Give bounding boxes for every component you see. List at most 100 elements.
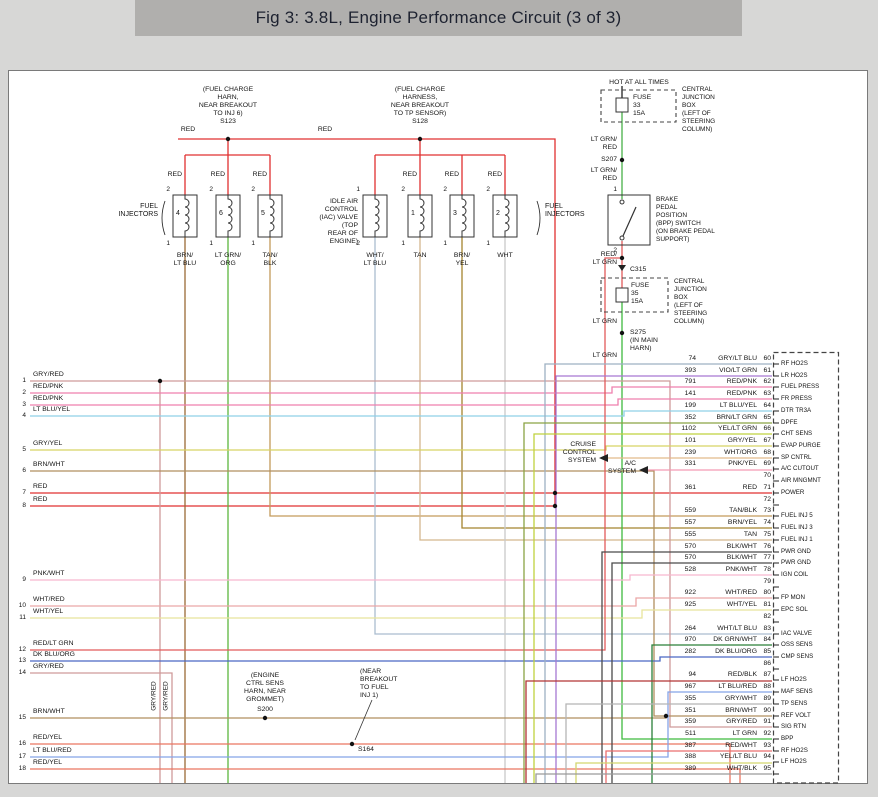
breakout-note: TO TP SENSOR) bbox=[394, 110, 447, 118]
wire-color-label: WHT/YEL bbox=[727, 601, 757, 609]
wire-color-label: BLK/WHT bbox=[727, 554, 757, 562]
wire-color-label: RED bbox=[403, 171, 417, 179]
pin-number: 1 bbox=[209, 240, 213, 247]
component-label: FUEL bbox=[140, 203, 158, 211]
wire-number: 331 bbox=[685, 460, 696, 468]
pin-number: 81 bbox=[763, 601, 771, 609]
injector-number: 6 bbox=[219, 210, 223, 218]
row-number: 1 bbox=[22, 377, 26, 384]
junction-box-label: (LEFT OF bbox=[682, 110, 711, 117]
breakout-note: NEAR BREAKOUT bbox=[199, 102, 257, 110]
wire-color-label: RED bbox=[253, 171, 267, 179]
wire-number: 570 bbox=[685, 554, 696, 562]
wire-number: 511 bbox=[685, 730, 696, 738]
pin-number: 67 bbox=[763, 437, 771, 445]
pcm-pin-label: FUEL INJ 1 bbox=[781, 536, 813, 543]
pin-number: 60 bbox=[763, 355, 771, 363]
wire-number: 141 bbox=[685, 390, 696, 398]
pin-number: 2 bbox=[166, 186, 170, 193]
wire-color-label: RED/LT GRN bbox=[33, 640, 74, 648]
coil-icon bbox=[420, 195, 424, 237]
pin-number: 2 bbox=[443, 186, 447, 193]
breakout-note: BREAKOUT bbox=[360, 676, 397, 684]
pin-number: 69 bbox=[763, 460, 771, 468]
page: Fig 3: 3.8L, Engine Performance Circuit … bbox=[0, 0, 878, 797]
junction-box-label: COLUMN) bbox=[674, 318, 704, 325]
pin-number: 76 bbox=[763, 543, 771, 551]
component-label: CONTROL bbox=[325, 206, 358, 214]
breakout-note: CTRL SENS bbox=[246, 680, 284, 688]
pin-number: 84 bbox=[763, 636, 771, 644]
wire-number: 239 bbox=[685, 449, 696, 457]
component-label: (BPP) SWITCH bbox=[656, 220, 701, 227]
wire-color-label: RED/ bbox=[601, 251, 617, 259]
hot-at-all-times-label: HOT AT ALL TIMES bbox=[609, 79, 669, 87]
pin-number: 1 bbox=[401, 240, 405, 247]
component-label: (ON BRAKE PEDAL bbox=[656, 228, 715, 235]
junction-dot bbox=[158, 379, 162, 383]
breakout-note: TO FUEL bbox=[360, 684, 389, 692]
wire-number: 925 bbox=[685, 601, 696, 609]
wire-color-label: GRY/LT BLU bbox=[718, 355, 757, 363]
row-number: 11 bbox=[19, 614, 26, 621]
wire-color-label: LT BLU/RED bbox=[718, 683, 757, 691]
coil-icon bbox=[270, 195, 274, 237]
wire-color-label: RED/PNK bbox=[33, 383, 63, 391]
injector-number: 4 bbox=[176, 210, 180, 218]
wire bbox=[30, 769, 740, 783]
wire-color-label: RED bbox=[33, 496, 47, 504]
splice-label: HARN) bbox=[630, 345, 652, 353]
wire-color-label: BLK/WHT bbox=[727, 543, 757, 551]
pin-number: 70 bbox=[763, 472, 771, 480]
wire-color-label: YEL bbox=[456, 260, 469, 268]
breakout-note: (FUEL CHARGE bbox=[203, 86, 253, 94]
wire-color-label: WHT/YEL bbox=[33, 608, 63, 616]
pcm-pin-label: TP SENS bbox=[781, 700, 807, 707]
switch-blade-icon bbox=[623, 207, 636, 236]
wire bbox=[30, 575, 772, 580]
wire-number: 101 bbox=[685, 437, 696, 445]
wire-color-label: RED/YEL bbox=[33, 734, 62, 742]
wire-color-label: GRY/RED bbox=[150, 681, 157, 711]
wire bbox=[178, 139, 555, 506]
fuse-label: FUSE bbox=[631, 282, 649, 290]
wire-color-label: WHT/BLK bbox=[727, 765, 757, 773]
wire bbox=[30, 598, 772, 606]
wire-color-label: GRY/YEL bbox=[33, 440, 62, 448]
wire-color-label: ORG bbox=[220, 260, 235, 268]
row-number: 10 bbox=[19, 602, 26, 609]
pin-number: 2 bbox=[209, 186, 213, 193]
pin-number: 91 bbox=[763, 718, 771, 726]
component-label: INJECTORS bbox=[118, 211, 158, 219]
fuse-label: 15A bbox=[633, 110, 645, 118]
row-number: 6 bbox=[22, 467, 26, 474]
component-label: BRAKE bbox=[656, 196, 678, 203]
breakout-note: GROMMET) bbox=[246, 696, 284, 704]
wire-color-label: GRY/RED bbox=[33, 371, 64, 379]
wire-color-label: PNK/YEL bbox=[728, 460, 757, 468]
terminal-icon bbox=[620, 200, 624, 204]
pcm-pin-label: LR HO2S bbox=[781, 372, 807, 379]
wire-color-label: LT BLU bbox=[364, 260, 386, 268]
wire-color-label: GRY/RED bbox=[726, 718, 757, 726]
coil-icon bbox=[505, 195, 509, 237]
wire-color-label: RED bbox=[603, 144, 617, 152]
fuse-label: 35 bbox=[631, 290, 639, 298]
wire-number: 570 bbox=[685, 543, 696, 551]
wire bbox=[30, 610, 772, 618]
system-label: CRUISE bbox=[570, 441, 596, 449]
wire-number: 393 bbox=[685, 367, 696, 375]
pcm-pin-label: FP MON bbox=[781, 594, 805, 601]
pin-number: 2 bbox=[251, 186, 255, 193]
pin-number: 62 bbox=[763, 378, 771, 386]
wire-number: 528 bbox=[685, 566, 696, 574]
wire-color-label: RED/YEL bbox=[33, 759, 62, 767]
wire-color-label: RED bbox=[181, 126, 195, 134]
pcm-pin-label: REF VOLT bbox=[781, 712, 811, 719]
pcm-pin-label: EVAP PURGE bbox=[781, 442, 821, 449]
pcm-pin-label: CHT SENS bbox=[781, 430, 812, 437]
row-number: 3 bbox=[22, 401, 26, 408]
component-label: REAR OF bbox=[328, 230, 358, 238]
pin-number: 71 bbox=[763, 484, 771, 492]
junction-dot bbox=[418, 137, 422, 141]
